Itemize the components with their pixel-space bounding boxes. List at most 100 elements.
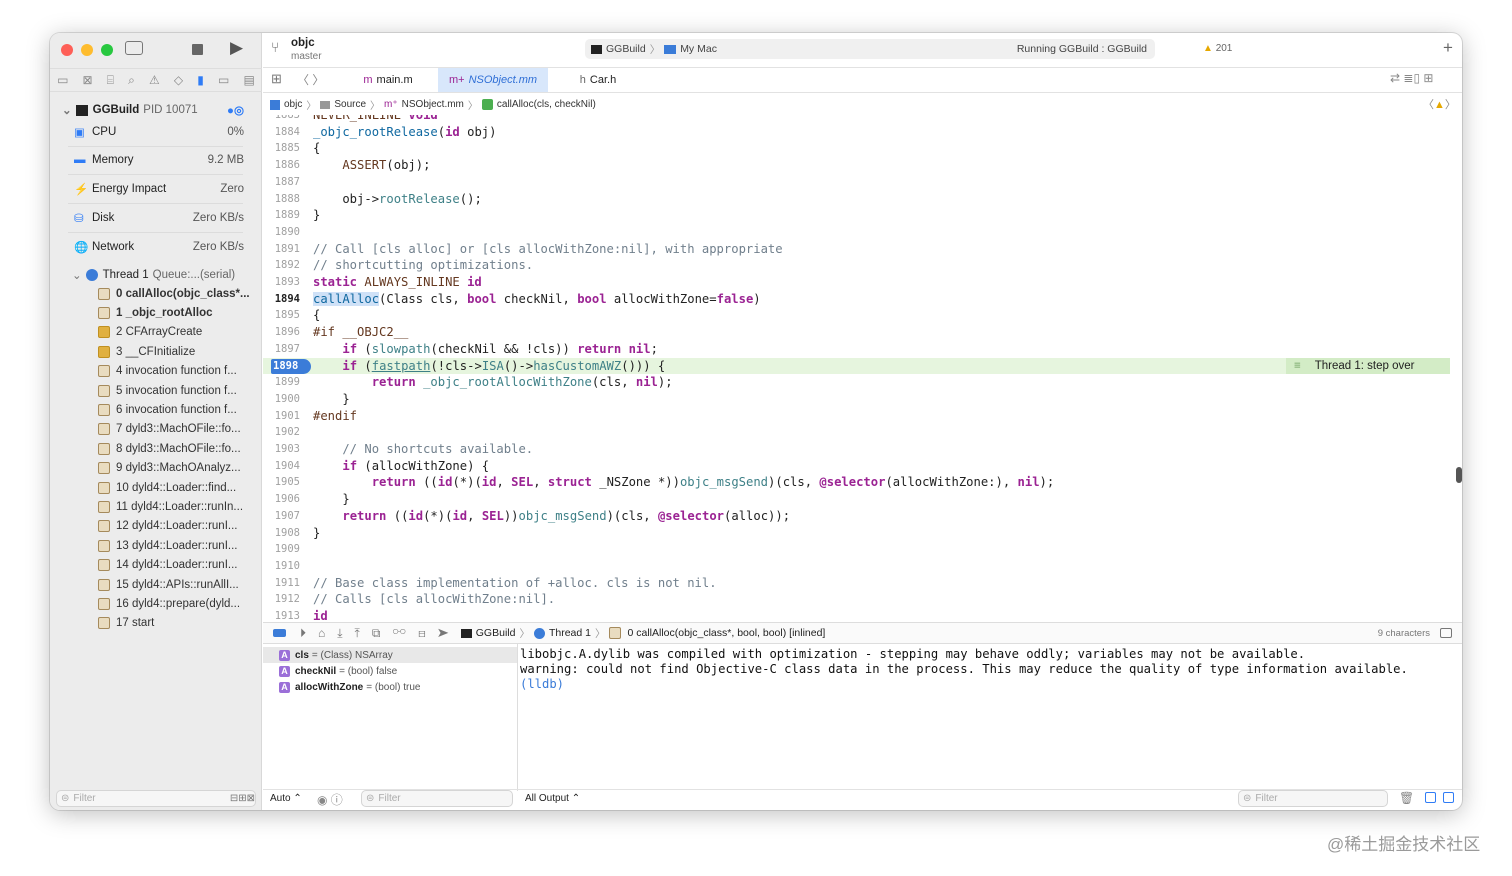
step-controls[interactable]: ⏵⌂⤓⤒⧉⚯⊟➤ (300, 626, 461, 641)
output-select[interactable]: All Output ⌃ (525, 793, 580, 804)
close-button[interactable] (61, 44, 73, 56)
editor-options-icon[interactable]: ⇄ ≣▯ ⊞ (1390, 71, 1433, 85)
breadcrumb-item[interactable]: NSObject.mm (402, 99, 464, 110)
stack-frame[interactable]: 12 dyld4::Loader::runI... (98, 517, 237, 536)
code-token: } (313, 208, 321, 223)
eye-icon[interactable]: ◉ ⓘ (317, 791, 343, 808)
gauge-energy-impact[interactable]: ⚡ Energy Impact Zero (50, 175, 262, 203)
code-token: )(cls, (606, 508, 658, 523)
minimap-scroll-handle[interactable] (1456, 467, 1462, 483)
breakpoint-icon[interactable]: ▭ (218, 73, 229, 87)
code-text: NEVER_INLINE void (313, 115, 438, 124)
code-token: ) (753, 291, 761, 306)
tab-nsobject-mm[interactable]: m+ NSObject.mm (438, 68, 548, 92)
branch-name[interactable]: master (291, 51, 322, 62)
debug-icon[interactable]: ▮ (197, 73, 204, 87)
filter-options-icon[interactable]: ⊟⊞⊠ (230, 793, 255, 804)
code-token: id (445, 124, 460, 139)
thread-icon (85, 269, 98, 281)
stack-frame[interactable]: 16 dyld4::prepare(dyld... (98, 594, 240, 613)
stack-frame[interactable]: 1 _objc_rootAlloc (98, 303, 213, 322)
hide-debug-area-icon[interactable] (1440, 628, 1452, 638)
code-token: static (313, 275, 358, 289)
program-counter-marker[interactable]: 1898 (271, 358, 311, 374)
debug-bar: ⏵⌂⤓⤒⧉⚯⊟➤ GGBuild 〉 Thread 1 〉 0 callAlloc(… (263, 622, 1462, 644)
test-icon[interactable]: ◇ (174, 73, 183, 87)
report-icon[interactable]: ▤ (243, 73, 254, 87)
debug-frame[interactable]: 0 callAlloc(objc_class*, bool, bool) [in… (627, 627, 825, 639)
stack-frame[interactable]: 5 invocation function f... (98, 381, 237, 400)
gauge-cpu[interactable]: ▣ CPU 0% (50, 118, 262, 146)
run-icon[interactable]: ▶ (230, 38, 243, 58)
code-token: struct (547, 475, 592, 490)
tab-main-m[interactable]: m main.m (338, 68, 438, 92)
stack-frame[interactable]: 4 invocation function f... (98, 362, 237, 381)
source-editor[interactable]: 1883 NEVER_INLINE void 1884 _objc_rootRelea… (263, 115, 1450, 621)
gauge-memory[interactable]: ▬ Memory 9.2 MB (50, 146, 262, 174)
grid-icon[interactable]: ⊞ (271, 71, 282, 87)
breadcrumb-item[interactable]: Source (334, 99, 366, 110)
zoom-button[interactable] (101, 44, 113, 56)
breadcrumb-item[interactable]: callAlloc(cls, checkNil) (497, 99, 596, 110)
info-icon[interactable]: ●◎ (227, 103, 244, 117)
frame-label: 3 __CFInitialize (116, 345, 196, 358)
issue-icon[interactable]: ⚠ (149, 73, 160, 87)
stack-frame[interactable]: 3 __CFInitialize (98, 342, 195, 361)
code-token: (( (415, 475, 438, 490)
chevron-down-icon: ⌄ (72, 270, 82, 282)
warning-count[interactable]: ▲ 201 (1203, 43, 1232, 54)
variables-filter[interactable]: ⊜ Filter (361, 790, 513, 807)
tab-car-h[interactable]: h Car.h (548, 68, 648, 92)
stack-frame[interactable]: 15 dyld4::APIs::runAllI... (98, 575, 239, 594)
line-number: 1907 (274, 509, 300, 522)
back-forward-icon[interactable]: 〈 〉 (297, 71, 324, 88)
breadcrumb-item[interactable]: objc (284, 99, 302, 110)
stack-frame[interactable]: 9 dyld3::MachOAnalyz... (98, 459, 241, 478)
stack-frame[interactable]: 13 dyld4::Loader::runI... (98, 536, 237, 555)
minimize-button[interactable] (81, 44, 93, 56)
code-token: id (313, 609, 328, 621)
show-console-icon[interactable] (1443, 792, 1454, 803)
stack-frame[interactable]: 2 CFArrayCreate (98, 323, 202, 342)
stack-frame[interactable]: 8 dyld3::MachOFile::fo... (98, 439, 241, 458)
variable-value: = (bool) true (366, 681, 421, 693)
scheme-selector[interactable]: GGBuild (606, 43, 646, 55)
line-number: 1904 (274, 459, 300, 472)
variable-row[interactable]: AcheckNil = (bool) false (263, 663, 517, 679)
console-filter[interactable]: ⊜ Filter (1238, 790, 1388, 807)
code-text: // shortcutting optimizations. (313, 257, 533, 274)
debug-thread[interactable]: Thread 1 (549, 627, 591, 639)
sidebar-toggle-icon[interactable] (125, 41, 143, 55)
stack-frame[interactable]: 0 callAlloc(objc_class*... (98, 284, 250, 303)
lldb-prompt[interactable]: (lldb) (520, 677, 1408, 692)
find-icon[interactable]: ⌕ (128, 73, 135, 88)
gauge-network[interactable]: 🌐 Network Zero KB/s (50, 233, 262, 261)
frame-label: 2 CFArrayCreate (116, 326, 203, 339)
stop-icon[interactable] (192, 44, 203, 55)
stack-frame[interactable]: 14 dyld4::Loader::runI... (98, 556, 237, 575)
destination-selector[interactable]: My Mac (680, 43, 717, 55)
code-token: #endif (313, 408, 358, 423)
navigator-filter[interactable]: ⊜ Filter ⊟⊞⊠ (56, 790, 256, 807)
variables-scope-select[interactable]: Auto ⌃ (270, 793, 302, 804)
stack-frame[interactable]: 6 invocation function f... (98, 400, 237, 419)
code-token: ALWAYS_INLINE (357, 275, 468, 289)
folder-icon[interactable]: ▭ (57, 73, 68, 87)
gauge-disk[interactable]: ⛁ Disk Zero KB/s (50, 204, 262, 232)
project-name[interactable]: objc (291, 37, 315, 49)
stack-frame[interactable]: 10 dyld4::Loader::find... (98, 478, 236, 497)
symbol-icon[interactable]: ⌸ (107, 73, 114, 88)
show-variables-icon[interactable] (1425, 792, 1436, 803)
stack-frame[interactable]: 11 dyld4::Loader::runIn... (98, 497, 243, 516)
add-icon[interactable]: + (1443, 38, 1453, 58)
console-output[interactable]: libobjc.A.dylib was compiled with optimi… (520, 647, 1408, 692)
stack-frame[interactable]: 7 dyld3::MachOFile::fo... (98, 420, 241, 439)
variable-row[interactable]: Acls = (Class) NSArray (263, 647, 517, 663)
source-control-icon[interactable]: ⊠ (83, 73, 93, 87)
variable-row[interactable]: AallocWithZone = (bool) true (263, 679, 517, 695)
stack-frame[interactable]: 17 start (98, 614, 154, 633)
breakpoints-toggle-icon[interactable] (273, 629, 286, 637)
trash-icon[interactable]: 🗑 (1399, 791, 1414, 805)
issue-nav-icon[interactable]: 〈▲〉 (1423, 96, 1456, 112)
debug-process[interactable]: GGBuild (476, 627, 516, 639)
